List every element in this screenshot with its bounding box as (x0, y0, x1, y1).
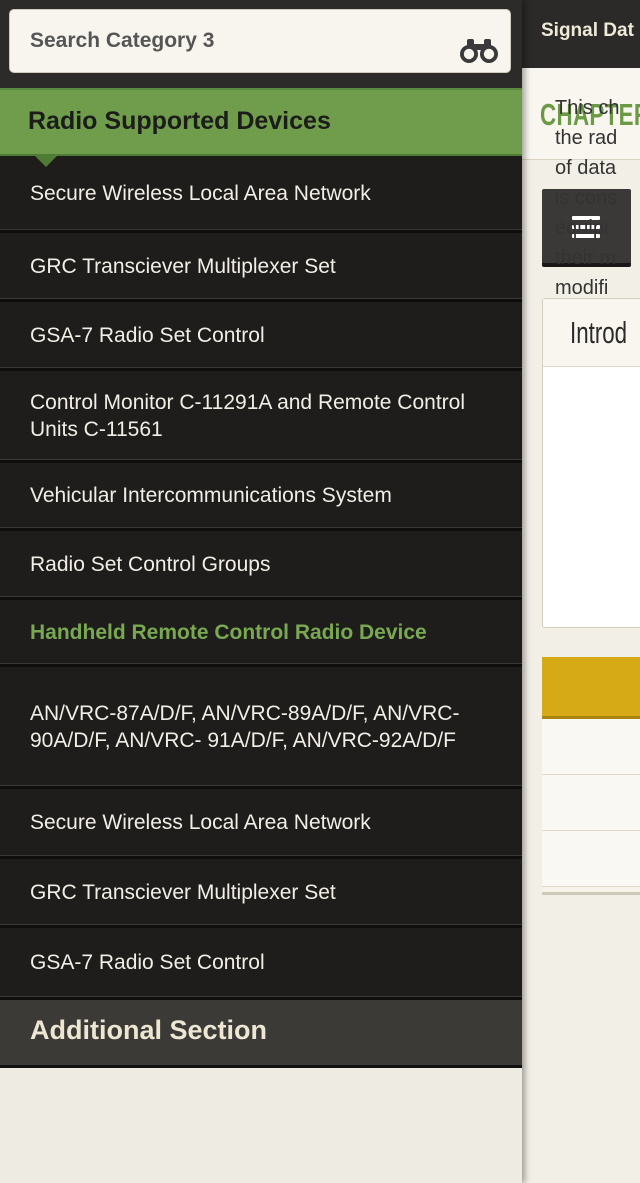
list-item[interactable]: GRC Transciever Multiplexer Set (0, 233, 522, 302)
intro-card-header: Introd (543, 299, 640, 367)
list-item-label: GSA-7 Radio Set Control (30, 951, 265, 974)
list-item[interactable]: Vehicular Intercommunications System (0, 463, 522, 531)
list-item-label: Radio Set Control Groups (30, 552, 271, 576)
list-item-label: Secure Wireless Local Area Network (30, 181, 371, 205)
intro-line: modifi (555, 277, 609, 299)
list-item[interactable]: GSA-7 Radio Set Control (0, 928, 522, 1000)
additional-section-title: Additional Section (30, 1015, 268, 1045)
list-item-label: GSA-7 Radio Set Control (30, 323, 265, 347)
list-item-label: Secure Wireless Local Area Network (30, 811, 371, 834)
intro-card: Introd (542, 298, 640, 628)
intro-line: is cons (555, 187, 618, 209)
table-header (542, 657, 640, 719)
section-header-radio-supported-devices[interactable]: Radio Supported Devices (0, 88, 522, 156)
app-title: Signal Dat (541, 20, 634, 41)
additional-section-header[interactable]: Additional Section (0, 1000, 522, 1068)
list-item-label: Control Monitor C-11291A and Remote Cont… (30, 390, 466, 441)
intro-line: of data (555, 157, 617, 179)
intro-line: This ch (555, 97, 620, 119)
list-item[interactable]: Secure Wireless Local Area Network (0, 789, 522, 859)
caret-down-icon (34, 155, 58, 167)
navigation-drawer: Search Category 3 Radio Supported Device… (0, 0, 522, 1183)
search-bar: Search Category 3 (0, 0, 522, 88)
data-table (542, 657, 640, 895)
table-row[interactable] (542, 775, 640, 831)
table-row[interactable] (542, 831, 640, 887)
nav-list: Secure Wireless Local Area Network GRC T… (0, 156, 522, 1000)
list-item[interactable]: GSA-7 Radio Set Control (0, 302, 522, 371)
list-item[interactable]: Radio Set Control Groups (0, 531, 522, 600)
intro-text: This ch the rad of data is cons equipr t… (555, 93, 640, 303)
list-item-label: Vehicular Intercommunications System (30, 484, 392, 507)
intro-line: their m (555, 247, 617, 269)
main-content: Signal Dat CHAPTER Introd This ch the ra… (522, 0, 640, 1183)
section-title: Radio Supported Devices (28, 107, 331, 135)
intro-line: the rad (555, 127, 618, 149)
binoculars-icon[interactable] (459, 36, 499, 66)
list-item[interactable]: Control Monitor C-11291A and Remote Cont… (0, 371, 522, 463)
table-row[interactable] (542, 719, 640, 775)
intro-line: equipr (555, 217, 611, 239)
list-item-label: GRC Transciever Multiplexer Set (30, 880, 336, 904)
list-item[interactable]: Secure Wireless Local Area Network (0, 156, 522, 233)
list-item[interactable]: GRC Transciever Multiplexer Set (0, 859, 522, 928)
list-item-label: GRC Transciever Multiplexer Set (30, 254, 336, 278)
search-input[interactable]: Search Category 3 (9, 9, 511, 73)
search-placeholder: Search Category 3 (30, 29, 215, 52)
list-item-label: AN/VRC-87A/D/F, AN/VRC-89A/D/F, AN/VRC-9… (30, 701, 460, 752)
main-topbar: Signal Dat (522, 0, 640, 68)
list-item-label: Handheld Remote Control Radio Device (30, 620, 427, 644)
intro-title: Introd (570, 315, 628, 350)
list-item[interactable]: AN/VRC-87A/D/F, AN/VRC-89A/D/F, AN/VRC-9… (0, 667, 522, 789)
list-item-active[interactable]: Handheld Remote Control Radio Device (0, 600, 522, 667)
